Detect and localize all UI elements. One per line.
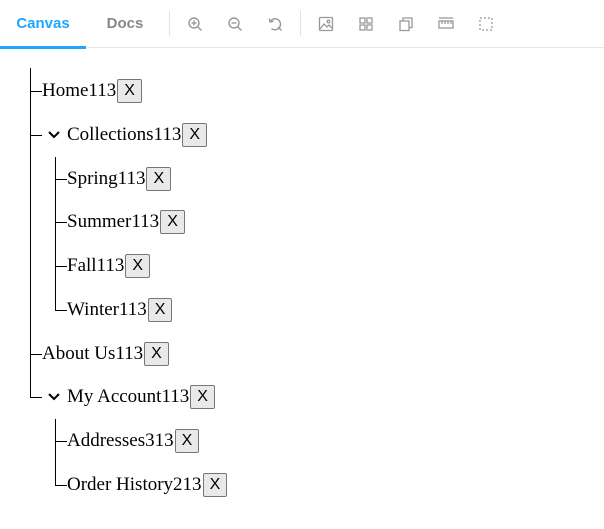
tree-item-fall: Fall113 X bbox=[67, 253, 151, 279]
remove-button[interactable]: X bbox=[190, 385, 215, 409]
remove-button[interactable]: X bbox=[117, 79, 142, 103]
tree-connector bbox=[30, 68, 31, 397]
tree-item-label[interactable]: Order History213 bbox=[67, 472, 202, 498]
outline-icon[interactable] bbox=[475, 13, 497, 35]
zoom-out-icon[interactable] bbox=[224, 13, 246, 35]
remove-button[interactable]: X bbox=[144, 342, 169, 366]
tree-item-label[interactable]: Summer113 bbox=[67, 209, 159, 235]
tree-item-label[interactable]: Addresses313 bbox=[67, 428, 174, 454]
remove-button[interactable]: X bbox=[202, 473, 228, 497]
tree-item-summer: Summer113 X bbox=[67, 209, 185, 235]
tree-connector bbox=[55, 485, 67, 486]
tree-connector bbox=[30, 397, 42, 398]
tree-item-label[interactable]: Spring113 bbox=[67, 166, 145, 192]
tree-item-my-account: My Account113 X bbox=[67, 384, 215, 410]
chevron-down-icon[interactable] bbox=[47, 128, 61, 142]
measure-icon[interactable] bbox=[435, 13, 457, 35]
tree-connector bbox=[30, 354, 42, 355]
tree-connector bbox=[55, 441, 67, 442]
remove-button[interactable]: X bbox=[160, 210, 185, 234]
tree-connector bbox=[30, 91, 42, 92]
tree-connector bbox=[55, 419, 56, 485]
chevron-down-icon[interactable] bbox=[47, 390, 61, 404]
tab-docs[interactable]: Docs bbox=[92, 0, 158, 48]
tree-item-label[interactable]: Fall113 bbox=[67, 253, 124, 279]
tab-canvas[interactable]: Canvas bbox=[0, 0, 86, 49]
tree-item-order-history: Order History213 X bbox=[67, 472, 228, 498]
tree-item-collections: Collections113 X bbox=[67, 122, 208, 148]
tree-item-addresses: Addresses313 X bbox=[67, 428, 200, 454]
tree-connector bbox=[55, 179, 67, 180]
remove-button[interactable]: X bbox=[147, 298, 173, 322]
tree-item-winter: Winter113 X bbox=[67, 297, 173, 323]
grid-icon[interactable] bbox=[355, 13, 377, 35]
reset-zoom-icon[interactable] bbox=[264, 13, 286, 35]
tree-connector bbox=[55, 310, 67, 311]
tree-item-label[interactable]: My Account113 bbox=[67, 384, 189, 410]
tree-connector bbox=[30, 135, 42, 136]
menu-tree: Home113 X Collections113 X Spring113 X S… bbox=[0, 48, 604, 529]
viewport-icon[interactable] bbox=[395, 13, 417, 35]
tree-item-about-us: About Us113 X bbox=[42, 341, 169, 367]
tree-connector bbox=[55, 222, 67, 223]
tree-item-spring: Spring113 X bbox=[67, 166, 172, 192]
tree-item-label[interactable]: Home113 bbox=[42, 78, 116, 104]
storybook-toolbar: Canvas Docs bbox=[0, 0, 604, 49]
tree-item-label[interactable]: About Us113 bbox=[42, 341, 143, 367]
zoom-in-icon[interactable] bbox=[184, 13, 206, 35]
tree-item-label[interactable]: Collections113 bbox=[67, 122, 181, 148]
toolbar-divider bbox=[300, 11, 301, 36]
toolbar-divider bbox=[169, 11, 170, 36]
remove-button[interactable]: X bbox=[174, 429, 200, 453]
background-icon[interactable] bbox=[315, 13, 337, 35]
remove-button[interactable]: X bbox=[146, 167, 172, 191]
tree-connector bbox=[55, 266, 67, 267]
tree-item-home: Home113 X bbox=[42, 78, 142, 104]
remove-button[interactable]: X bbox=[182, 123, 208, 147]
remove-button[interactable]: X bbox=[125, 254, 151, 278]
tree-item-label[interactable]: Winter113 bbox=[67, 297, 147, 323]
